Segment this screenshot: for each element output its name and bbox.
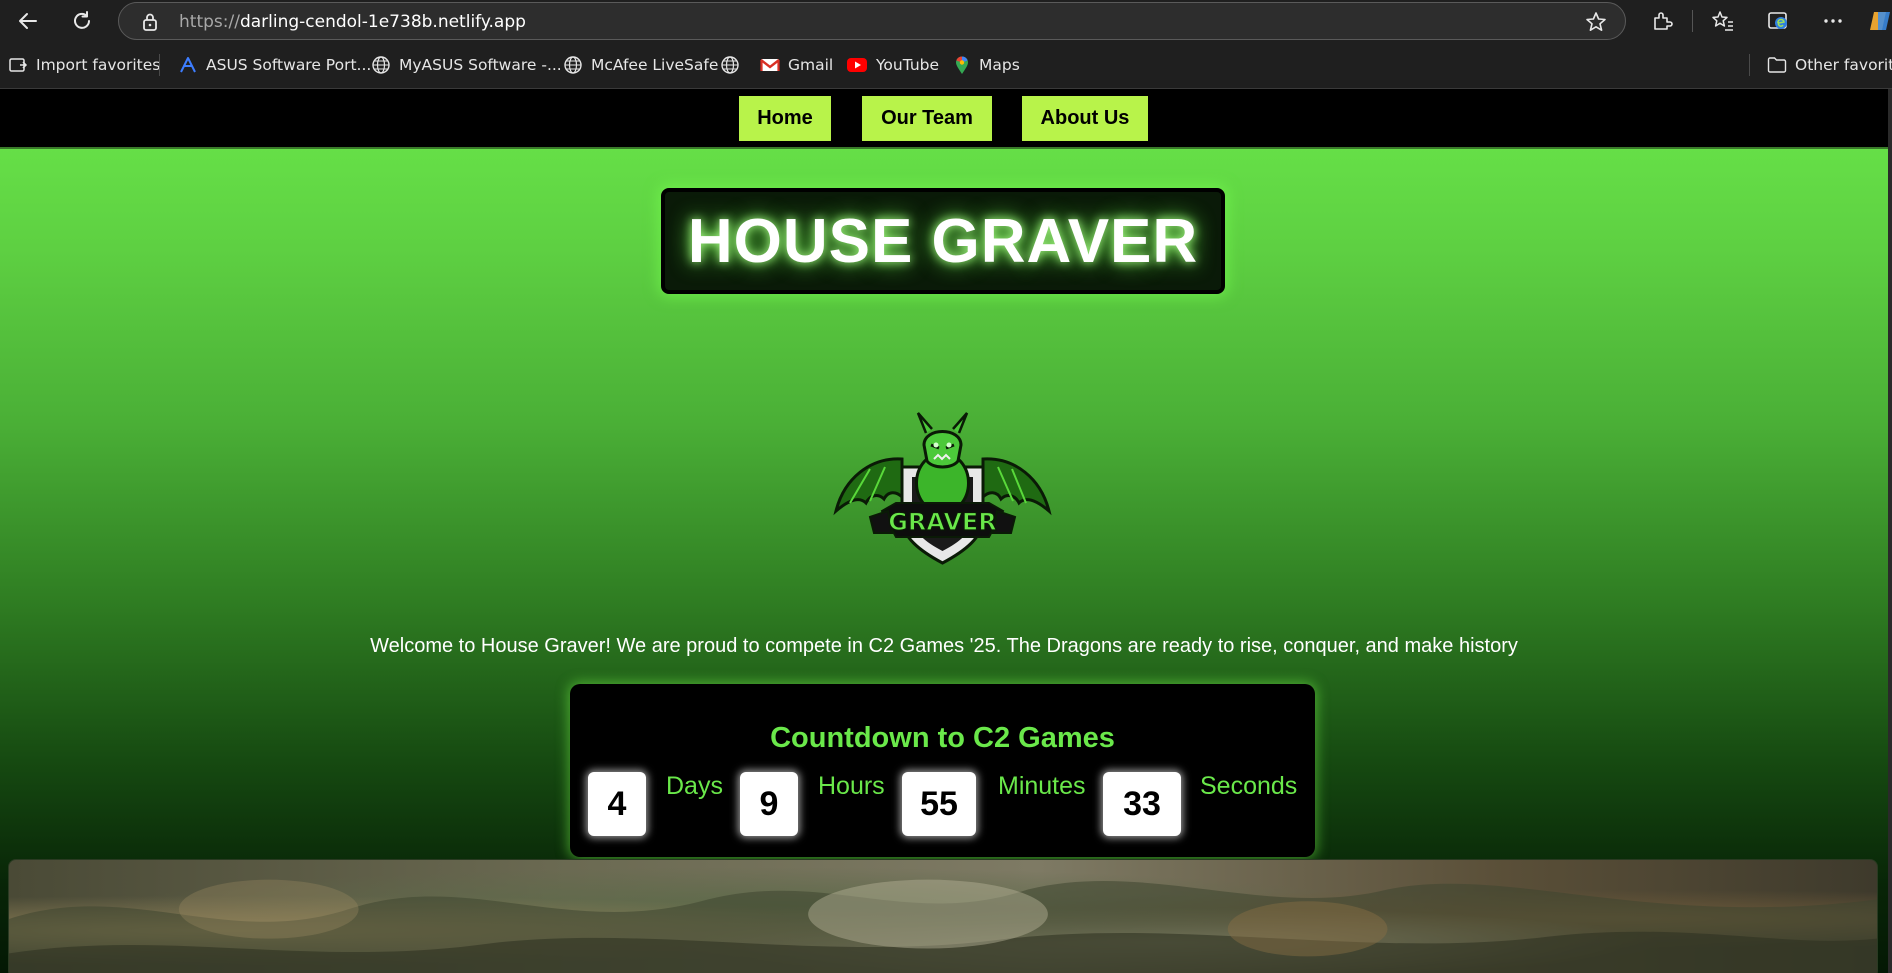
asus-icon <box>180 57 196 73</box>
collections-button[interactable] <box>1763 6 1795 36</box>
extensions-button[interactable] <box>1646 6 1678 36</box>
globe-icon <box>372 56 390 74</box>
countdown-panel: Countdown to C2 Games 4 Days 9 Hours 55 … <box>570 684 1315 857</box>
favorites-bar: Import favorites ASUS Software Port... M… <box>0 42 1892 89</box>
web-page: Home Our Team About Us HOUSE GRAVER GRAV… <box>0 89 1888 973</box>
bookmark-label: YouTube <box>876 56 940 74</box>
globe-icon <box>721 56 739 74</box>
other-favorites-folder[interactable]: Other favorites <box>1767 52 1892 78</box>
page-scrollbar[interactable] <box>1888 89 1892 973</box>
back-button[interactable] <box>12 6 44 36</box>
hero-artwork-image <box>8 859 1878 973</box>
maps-icon <box>956 56 968 74</box>
bookmark-label: Gmail <box>788 56 834 74</box>
bookmark-maps[interactable]: Maps <box>953 52 1020 78</box>
settings-more-button[interactable] <box>1817 6 1849 36</box>
bookmark-label: McAfee LiveSafe <box>591 56 719 74</box>
countdown-days-value: 4 <box>588 772 646 836</box>
favorites-divider <box>1749 54 1750 76</box>
more-dots-icon <box>1824 19 1842 23</box>
site-title: HOUSE GRAVER <box>687 206 1199 276</box>
puzzle-icon <box>1654 12 1673 30</box>
countdown-minutes-label: Minutes <box>998 772 1086 800</box>
bookmark-mcafee-livesafe[interactable]: McAfee LiveSafe <box>563 52 718 78</box>
bookmark-youtube[interactable]: YouTube <box>846 52 939 78</box>
bookmark-label: MyASUS Software -... <box>399 56 562 74</box>
dragon-logo: GRAVER <box>833 412 1052 565</box>
url-text[interactable]: https://darling-cendol-1e738b.netlify.ap… <box>179 12 526 32</box>
countdown-days-label: Days <box>666 772 723 800</box>
import-favorites-icon <box>9 58 28 72</box>
bookmark-label: Maps <box>979 56 1020 74</box>
logo-text: GRAVER <box>888 508 997 536</box>
youtube-icon <box>847 58 867 72</box>
copilot-icon <box>1870 12 1890 30</box>
countdown-hours-label: Hours <box>818 772 885 800</box>
bookmark-import-favorites[interactable]: Import favorites <box>8 52 160 78</box>
back-arrow-icon <box>19 13 37 29</box>
toolbar-divider <box>1692 10 1693 32</box>
favorites-star-list-icon <box>1712 11 1733 31</box>
lock-icon[interactable] <box>141 12 159 32</box>
gmail-icon <box>760 59 780 71</box>
nav-home-button[interactable]: Home <box>739 96 831 141</box>
refresh-button[interactable] <box>66 6 98 36</box>
refresh-icon <box>74 11 90 29</box>
folder-icon <box>1767 57 1787 73</box>
bookmark-label: ASUS Software Port... <box>206 56 372 74</box>
url-protocol: https:// <box>179 12 240 32</box>
artwork-texture <box>9 879 1877 973</box>
bookmark-globe[interactable] <box>720 52 740 78</box>
globe-icon <box>564 56 582 74</box>
browser-toolbar: https://darling-cendol-1e738b.netlify.ap… <box>0 0 1892 42</box>
countdown-title: Countdown to C2 Games <box>770 722 1115 754</box>
other-favorites-label: Other favorites <box>1795 56 1892 74</box>
countdown-hours-value: 9 <box>740 772 798 836</box>
nav-about-us-button[interactable]: About Us <box>1022 96 1148 141</box>
add-favorite-star-icon[interactable] <box>1585 11 1607 33</box>
bookmark-gmail[interactable]: Gmail <box>760 52 833 78</box>
countdown-seconds-value: 33 <box>1103 772 1181 836</box>
site-nav-bar: Home Our Team About Us <box>0 89 1888 149</box>
edge-collections-icon <box>1768 12 1787 29</box>
copilot-button[interactable] <box>1868 6 1892 36</box>
bookmark-asus-software[interactable]: ASUS Software Port... <box>178 52 371 78</box>
nav-our-team-button[interactable]: Our Team <box>862 96 992 141</box>
favorites-button[interactable] <box>1707 6 1739 36</box>
favorites-divider <box>159 54 160 76</box>
bookmark-label: Import favorites <box>36 56 161 74</box>
welcome-text: Welcome to House Graver! We are proud to… <box>370 635 1518 657</box>
countdown-minutes-value: 55 <box>902 772 976 836</box>
bookmark-myasus-software[interactable]: MyASUS Software -... <box>371 52 562 78</box>
url-host: darling-cendol-1e738b.netlify.app <box>239 12 526 32</box>
address-bar[interactable]: https://darling-cendol-1e738b.netlify.ap… <box>118 2 1626 40</box>
countdown-seconds-label: Seconds <box>1200 772 1298 800</box>
site-title-box: HOUSE GRAVER <box>661 188 1225 294</box>
